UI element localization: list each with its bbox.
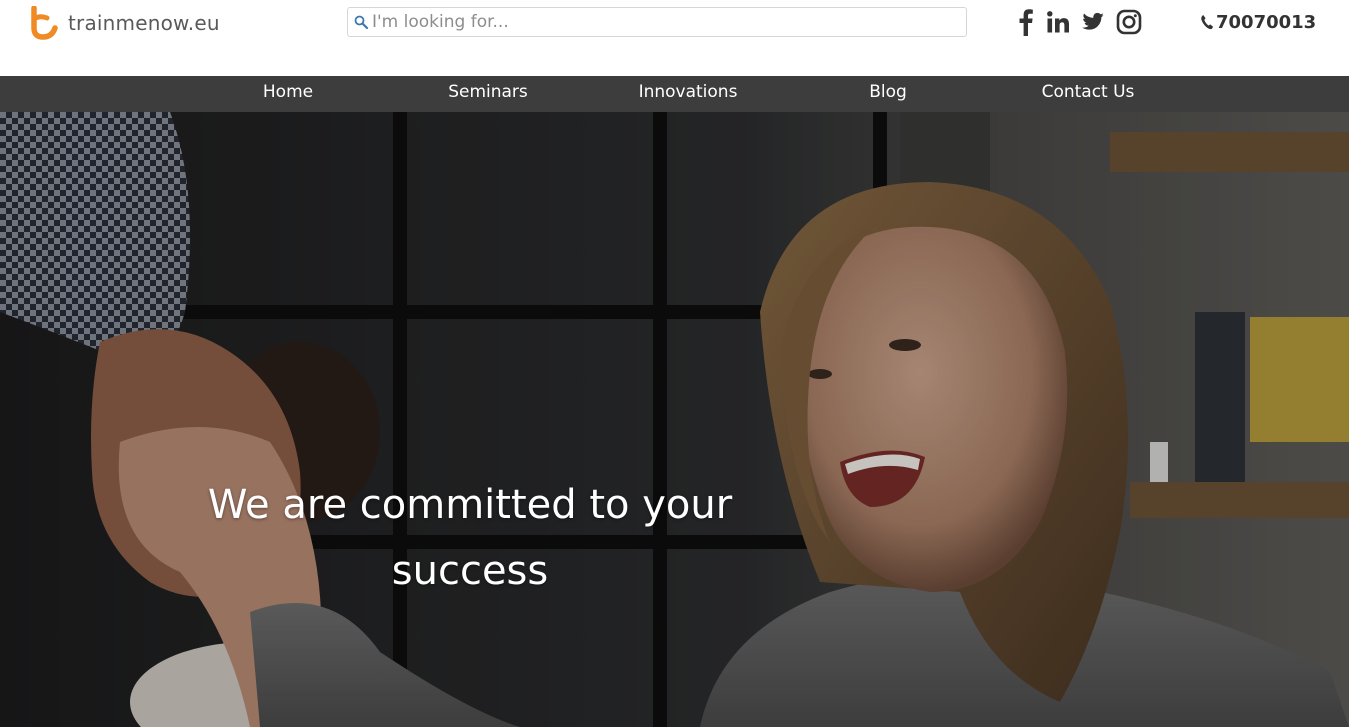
hero-banner: We are committed to your success bbox=[0, 112, 1349, 727]
logo-icon bbox=[31, 6, 58, 40]
nav-seminars[interactable]: Seminars bbox=[448, 76, 528, 112]
phone-icon bbox=[1200, 14, 1214, 30]
nav-home[interactable]: Home bbox=[263, 76, 313, 112]
hero-headline: We are committed to your success bbox=[207, 482, 733, 594]
instagram-icon[interactable] bbox=[1116, 9, 1142, 35]
hero-image bbox=[0, 112, 1349, 727]
search-input[interactable] bbox=[370, 9, 950, 35]
nav-blog[interactable]: Blog bbox=[869, 76, 907, 112]
logo-text: trainmenow.eu bbox=[68, 11, 220, 35]
search-box[interactable] bbox=[347, 7, 967, 37]
twitter-icon[interactable] bbox=[1082, 12, 1104, 32]
facebook-icon[interactable] bbox=[1018, 8, 1034, 36]
site-logo[interactable]: trainmenow.eu bbox=[28, 6, 220, 40]
phone-text: 70070013 bbox=[1216, 11, 1317, 33]
social-links bbox=[1018, 6, 1154, 38]
top-header: trainmenow.eu I'm looking for... 7007001… bbox=[0, 0, 1349, 76]
nav-innovations[interactable]: Innovations bbox=[639, 76, 738, 112]
nav-contact-us[interactable]: Contact Us bbox=[1042, 76, 1135, 112]
linkedin-icon[interactable] bbox=[1046, 10, 1070, 34]
search-icon bbox=[352, 13, 370, 31]
main-nav: Home Seminars Innovations Blog Contact U… bbox=[0, 76, 1349, 112]
phone-number[interactable]: 70070013 bbox=[1200, 9, 1316, 35]
